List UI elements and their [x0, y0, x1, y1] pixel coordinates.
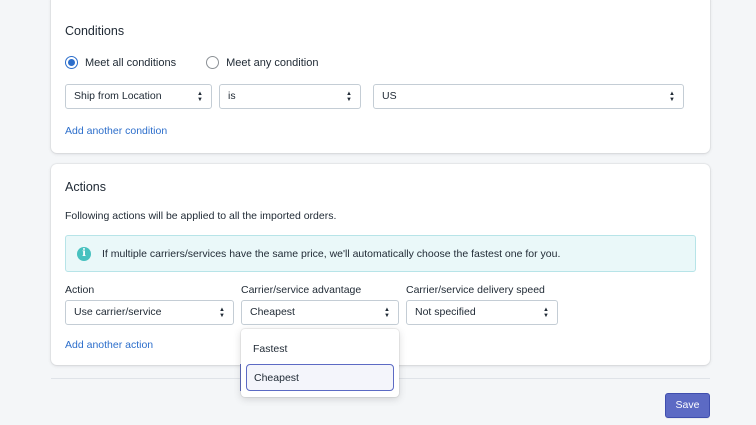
info-icon: i	[77, 246, 91, 261]
dropdown-option-fastest[interactable]: Fastest	[246, 336, 394, 363]
select-arrows-icon: ▲ ▼	[346, 90, 352, 103]
advantage-label: Carrier/service advantage	[241, 284, 362, 296]
action-label: Action	[65, 284, 95, 296]
save-button[interactable]: Save	[665, 393, 710, 418]
select-arrows-icon: ▲ ▼	[543, 306, 549, 319]
conditions-title: Conditions	[65, 24, 125, 38]
match-options: Meet all conditions Meet any condition	[65, 56, 348, 69]
radio-meet-all-label: Meet all conditions	[85, 56, 177, 69]
speed-label: Carrier/service delivery speed	[406, 284, 545, 296]
condition-field-select[interactable]: Ship from Location ▲ ▼	[65, 84, 212, 109]
info-banner-text: If multiple carriers/services have the s…	[102, 247, 561, 260]
select-arrows-icon: ▲ ▼	[219, 306, 225, 319]
radio-meet-any[interactable]: Meet any condition	[206, 56, 318, 69]
radio-meet-any-label: Meet any condition	[226, 56, 319, 69]
advantage-select[interactable]: Cheapest ▲ ▼	[241, 300, 399, 325]
condition-value-value: US	[382, 90, 397, 102]
speed-select-value: Not specified	[415, 306, 476, 318]
speed-select[interactable]: Not specified ▲ ▼	[406, 300, 558, 325]
select-arrows-icon: ▲ ▼	[384, 306, 390, 319]
radio-checked-icon	[65, 56, 78, 69]
add-condition-link[interactable]: Add another condition	[65, 125, 167, 137]
actions-title: Actions	[65, 180, 106, 194]
condition-operator-value: is	[228, 90, 236, 102]
radio-unchecked-icon	[206, 56, 220, 69]
info-banner: i If multiple carriers/services have the…	[65, 235, 696, 272]
action-select-value: Use carrier/service	[74, 306, 162, 318]
select-arrows-icon: ▲ ▼	[197, 90, 203, 103]
dropdown-option-cheapest[interactable]: Cheapest	[246, 364, 394, 391]
condition-operator-select[interactable]: is ▲ ▼	[219, 84, 361, 109]
select-arrows-icon: ▲ ▼	[669, 90, 675, 103]
radio-meet-all[interactable]: Meet all conditions	[65, 56, 176, 69]
advantage-dropdown-menu: Fastest Cheapest	[241, 329, 399, 397]
condition-field-value: Ship from Location	[74, 90, 162, 102]
conditions-card: Conditions Meet all conditions Meet any …	[51, 0, 710, 153]
actions-description: Following actions will be applied to all…	[65, 210, 337, 222]
advantage-select-value: Cheapest	[250, 306, 295, 318]
condition-value-select[interactable]: US ▲ ▼	[373, 84, 684, 109]
add-action-link[interactable]: Add another action	[65, 339, 153, 351]
action-select[interactable]: Use carrier/service ▲ ▼	[65, 300, 234, 325]
